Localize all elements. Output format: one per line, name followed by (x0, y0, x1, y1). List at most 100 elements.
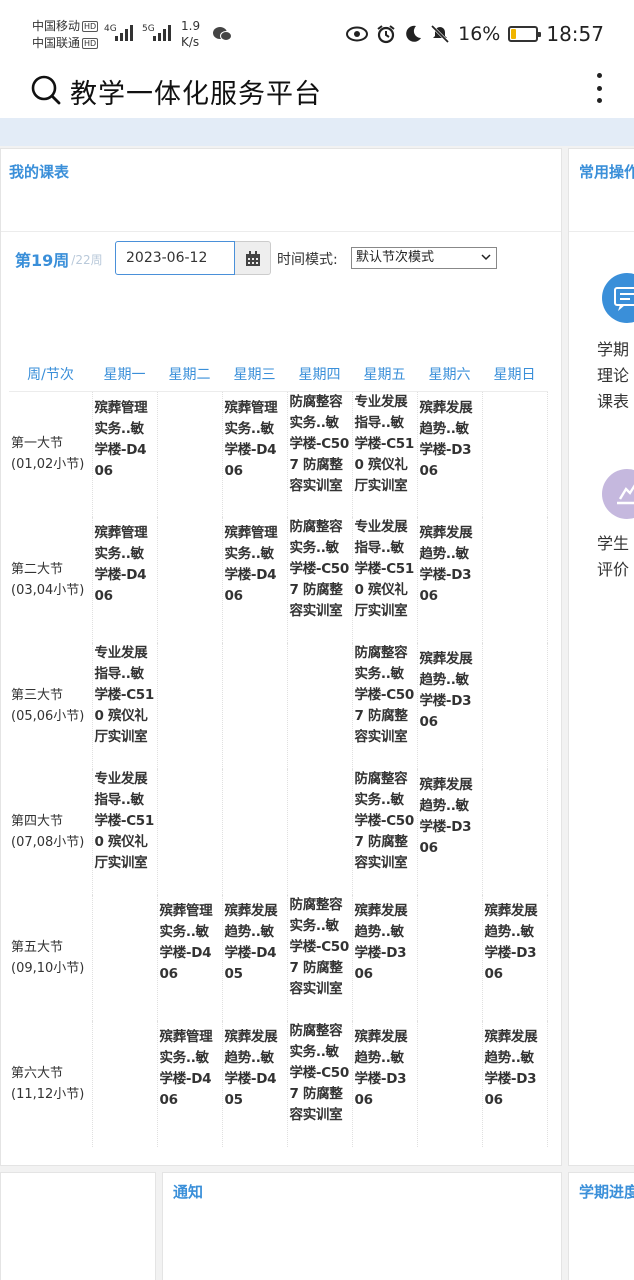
course-entry: 殡葬管理实务..敏学楼-D406 (94, 399, 148, 479)
battery-icon (508, 26, 542, 42)
quick-ops-panel: 常用操作 学期理论课表 学生评价 (568, 148, 634, 1166)
course-entry: 专业发展指导..敏学楼-C510 殡仪礼厅实训室 (354, 393, 415, 494)
timetable-cell (92, 1021, 158, 1147)
course-entry: 防腐整容实务..敏学楼-C507 防腐整容实训室 (289, 519, 350, 619)
timetable-cell (482, 769, 548, 895)
timetable: 周/节次 星期一 星期二 星期三 星期四 星期五 星期六 星期日 第一大节(01,02小节) 殡… (9, 357, 548, 1147)
course-entry: 专业发展指导..敏学楼-C510 殡仪礼厅实训室 (94, 645, 155, 745)
weekday-header: 星期二 (168, 366, 211, 383)
schedule-panel: 我的课表 第19周 /22周 2023-06-12 时间模式: 默认节次模式 周… (0, 148, 562, 1166)
carrier2-label: 中国联通 (32, 36, 81, 50)
timetable-row: 第二大节(03,04小节) 殡葬管理实务..敏学楼-D406 殡葬管理实务..敏学楼… (9, 517, 548, 643)
course-entry: 殡葬发展趋势..敏学楼-D306 (484, 903, 538, 982)
timetable-cell[interactable]: 殡葬发展趋势..敏学楼-D405 (222, 895, 288, 1021)
signal-bars-icon (115, 25, 133, 41)
calendar-button[interactable] (235, 241, 271, 275)
carrier1-label: 中国移动 (32, 19, 81, 33)
timetable-cell[interactable]: 殡葬发展趋势..敏学楼-D306 (417, 769, 483, 895)
timetable-cell (287, 769, 353, 895)
course-entry: 殡葬管理实务..敏学楼-D406 (159, 903, 213, 982)
divider (1, 231, 561, 232)
timetable-cell[interactable]: 专业发展指导..敏学楼-C510 殡仪礼厅实训室 (92, 769, 158, 895)
course-entry: 殡葬发展趋势..敏学楼-D306 (419, 525, 473, 604)
timetable-row: 第五大节(09,10小节) 殡葬管理实务..敏学楼-D406 殡葬发展趋势..敏学楼… (9, 895, 548, 1021)
timetable-cell (482, 643, 548, 769)
wechat-icon (213, 27, 232, 41)
course-entry: 殡葬管理实务..敏学楼-D406 (159, 1029, 213, 1108)
battery-percent: 16% (458, 23, 501, 45)
status-bar: 中国移动 HD 中国联通 HD 4G 5G 1.9 K/s 16% 18:57 (0, 0, 634, 66)
course-entry: 殡葬发展趋势..敏学楼-D306 (354, 903, 408, 982)
timetable-cell (157, 390, 223, 517)
weekday-header: 星期日 (493, 366, 536, 383)
timetable-cell[interactable]: 殡葬发展趋势..敏学楼-D306 (482, 1021, 548, 1147)
timetable-cell[interactable]: 防腐整容实务..敏学楼-C507 防腐整容实训室 (352, 643, 418, 769)
course-entry: 防腐整容实务..敏学楼-C507 防腐整容实训室 (354, 645, 415, 745)
divider (569, 231, 634, 232)
speed-unit: K/s (181, 35, 200, 49)
period-label: 第五大节(09,10小节) (9, 895, 93, 1021)
timetable-cell[interactable]: 防腐整容实务..敏学楼-C507 防腐整容实训室 (287, 1021, 353, 1147)
timetable-cell (222, 643, 288, 769)
time-mode-select[interactable]: 默认节次模式 (351, 247, 497, 269)
period-label: 第二大节(03,04小节) (9, 517, 93, 643)
timetable-cell (417, 1021, 483, 1147)
weekday-header: 星期五 (363, 366, 406, 383)
alarm-icon (377, 25, 395, 44)
quick-ops-title: 常用操作 (579, 163, 634, 181)
progress-title: 学期进度 (579, 1183, 634, 1201)
timetable-cell (157, 517, 223, 643)
mute-bell-icon (431, 24, 450, 44)
timetable-cell[interactable]: 殡葬发展趋势..敏学楼-D306 (352, 895, 418, 1021)
timetable-row: 第一大节(01,02小节) 殡葬管理实务..敏学楼-D406 殡葬管理实务..敏学楼… (9, 390, 548, 517)
notice-title: 通知 (173, 1183, 204, 1201)
period-label: 第六大节(11,12小节) (9, 1021, 93, 1147)
speed-value: 1.9 (181, 19, 201, 33)
battery-fill (511, 29, 516, 39)
weekday-header: 星期六 (428, 366, 471, 383)
search-icon[interactable] (30, 74, 62, 106)
timetable-cell[interactable]: 殡葬发展趋势..敏学楼-D306 (417, 517, 483, 643)
timetable-cell (287, 643, 353, 769)
notice-panel: 通知 (162, 1172, 562, 1280)
time-mode-value: 默认节次模式 (356, 250, 435, 265)
period-header: 周/节次 (27, 366, 74, 383)
moon-icon (406, 25, 422, 42)
period-label: 第三大节(05,06小节) (9, 643, 93, 769)
timetable-cell[interactable]: 殡葬管理实务..敏学楼-D406 (157, 895, 223, 1021)
timetable-cell[interactable]: 专业发展指导..敏学楼-C510 殡仪礼厅实训室 (352, 390, 418, 517)
more-menu-icon[interactable] (592, 70, 606, 106)
date-input[interactable]: 2023-06-12 (115, 241, 235, 275)
course-entry: 防腐整容实务..敏学楼-C507 防腐整容实训室 (289, 897, 350, 997)
timetable-cell (222, 769, 288, 895)
timetable-cell[interactable]: 殡葬发展趋势..敏学楼-D306 (417, 643, 483, 769)
course-entry: 防腐整容实务..敏学楼-C507 防腐整容实训室 (289, 1023, 350, 1123)
eye-icon (346, 26, 369, 42)
progress-panel: 学期进度 (568, 1172, 634, 1280)
timetable-cell (157, 769, 223, 895)
timetable-cell[interactable]: 殡葬发展趋势..敏学楼-D306 (352, 1021, 418, 1147)
timetable-cell[interactable]: 殡葬发展趋势..敏学楼-D306 (482, 895, 548, 1021)
course-entry: 专业发展指导..敏学楼-C510 殡仪礼厅实训室 (354, 519, 415, 619)
timetable-cell[interactable]: 专业发展指导..敏学楼-C510 殡仪礼厅实训室 (352, 517, 418, 643)
timetable-cell[interactable]: 殡葬管理实务..敏学楼-D406 (222, 517, 288, 643)
timetable-cell[interactable]: 防腐整容实务..敏学楼-C507 防腐整容实训室 (287, 390, 353, 517)
timetable-cell[interactable]: 专业发展指导..敏学楼-C510 殡仪礼厅实训室 (92, 643, 158, 769)
timetable-cell[interactable]: 殡葬管理实务..敏学楼-D406 (92, 390, 158, 517)
week-total: /22周 (71, 252, 103, 267)
timetable-cell[interactable]: 防腐整容实务..敏学楼-C507 防腐整容实训室 (287, 517, 353, 643)
timetable-cell[interactable]: 殡葬发展趋势..敏学楼-D405 (222, 1021, 288, 1147)
net-speed: 1.9 K/s (181, 18, 200, 50)
header-band (0, 118, 634, 146)
period-label: 第一大节(01,02小节) (9, 390, 93, 517)
timetable-cell[interactable]: 殡葬管理实务..敏学楼-D406 (157, 1021, 223, 1147)
timetable-cell[interactable]: 殡葬管理实务..敏学楼-D406 (222, 390, 288, 517)
course-entry: 专业发展指导..敏学楼-C510 殡仪礼厅实训室 (94, 771, 155, 871)
timetable-cell[interactable]: 殡葬管理实务..敏学楼-D406 (92, 517, 158, 643)
timetable-cell[interactable]: 防腐整容实务..敏学楼-C507 防腐整容实训室 (287, 895, 353, 1021)
course-entry: 殡葬发展趋势..敏学楼-D306 (419, 777, 473, 856)
timetable-cell[interactable]: 殡葬发展趋势..敏学楼-D306 (417, 390, 483, 517)
hd-badge: HD (82, 38, 99, 49)
course-entry: 殡葬管理实务..敏学楼-D406 (224, 399, 278, 479)
timetable-cell[interactable]: 防腐整容实务..敏学楼-C507 防腐整容实训室 (352, 769, 418, 895)
